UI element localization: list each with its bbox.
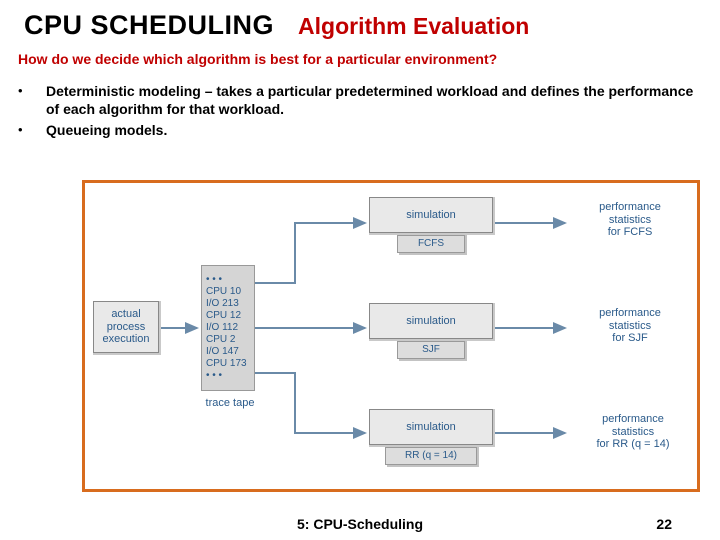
simulation-box-fcfs: simulation [369,197,493,233]
bullet-mark: • [18,122,46,140]
bullet-text: Queueing models. [46,122,702,140]
slide-title: CPU SCHEDULING [24,10,274,41]
tape-line: • • • [206,370,222,382]
tape-line: • • • [206,274,222,286]
tape-line: CPU 12 [206,310,241,322]
perf-label-fcfs: performance statistics for FCFS [575,201,685,239]
tape-line: I/O 213 [206,298,239,310]
slide-question: How do we decide which algorithm is best… [0,45,720,77]
bullet-mark: • [18,83,46,118]
simulation-label: simulation [406,421,456,434]
bullet-list: • Deterministic modeling – takes a parti… [0,77,720,140]
diagram-frame: actual process execution • • • CPU 10 I/… [82,180,700,492]
tape-line: CPU 10 [206,286,241,298]
diagram: actual process execution • • • CPU 10 I/… [85,183,697,489]
algo-label-sjf: SJF [422,344,440,356]
simulation-box-rr: simulation [369,409,493,445]
algo-box-fcfs: FCFS [397,235,465,253]
actual-process-label: actual process execution [102,308,149,346]
slide-subtitle: Algorithm Evaluation [298,13,529,40]
tape-line: I/O 147 [206,346,239,358]
simulation-box-sjf: simulation [369,303,493,339]
perf-label-sjf: performance statistics for SJF [575,307,685,345]
page-number: 22 [656,516,672,532]
trace-tape-label: trace tape [195,397,265,410]
slide-footer: 5: CPU-Scheduling 22 [0,516,720,532]
tape-line: CPU 173 [206,358,247,370]
list-item: • Queueing models. [18,122,702,140]
algo-box-rr: RR (q = 14) [385,447,477,465]
perf-label-rr: performance statistics for RR (q = 14) [571,413,695,451]
bullet-text: Deterministic modeling – takes a particu… [46,83,702,118]
actual-process-box: actual process execution [93,301,159,353]
algo-label-fcfs: FCFS [418,238,444,250]
simulation-label: simulation [406,209,456,222]
tape-line: CPU 2 [206,334,235,346]
algo-box-sjf: SJF [397,341,465,359]
simulation-label: simulation [406,315,456,328]
list-item: • Deterministic modeling – takes a parti… [18,83,702,118]
tape-line: I/O 112 [206,322,238,334]
algo-label-rr: RR (q = 14) [405,450,457,462]
trace-tape-box: • • • CPU 10 I/O 213 CPU 12 I/O 112 CPU … [201,265,255,391]
footer-center: 5: CPU-Scheduling [297,516,423,532]
